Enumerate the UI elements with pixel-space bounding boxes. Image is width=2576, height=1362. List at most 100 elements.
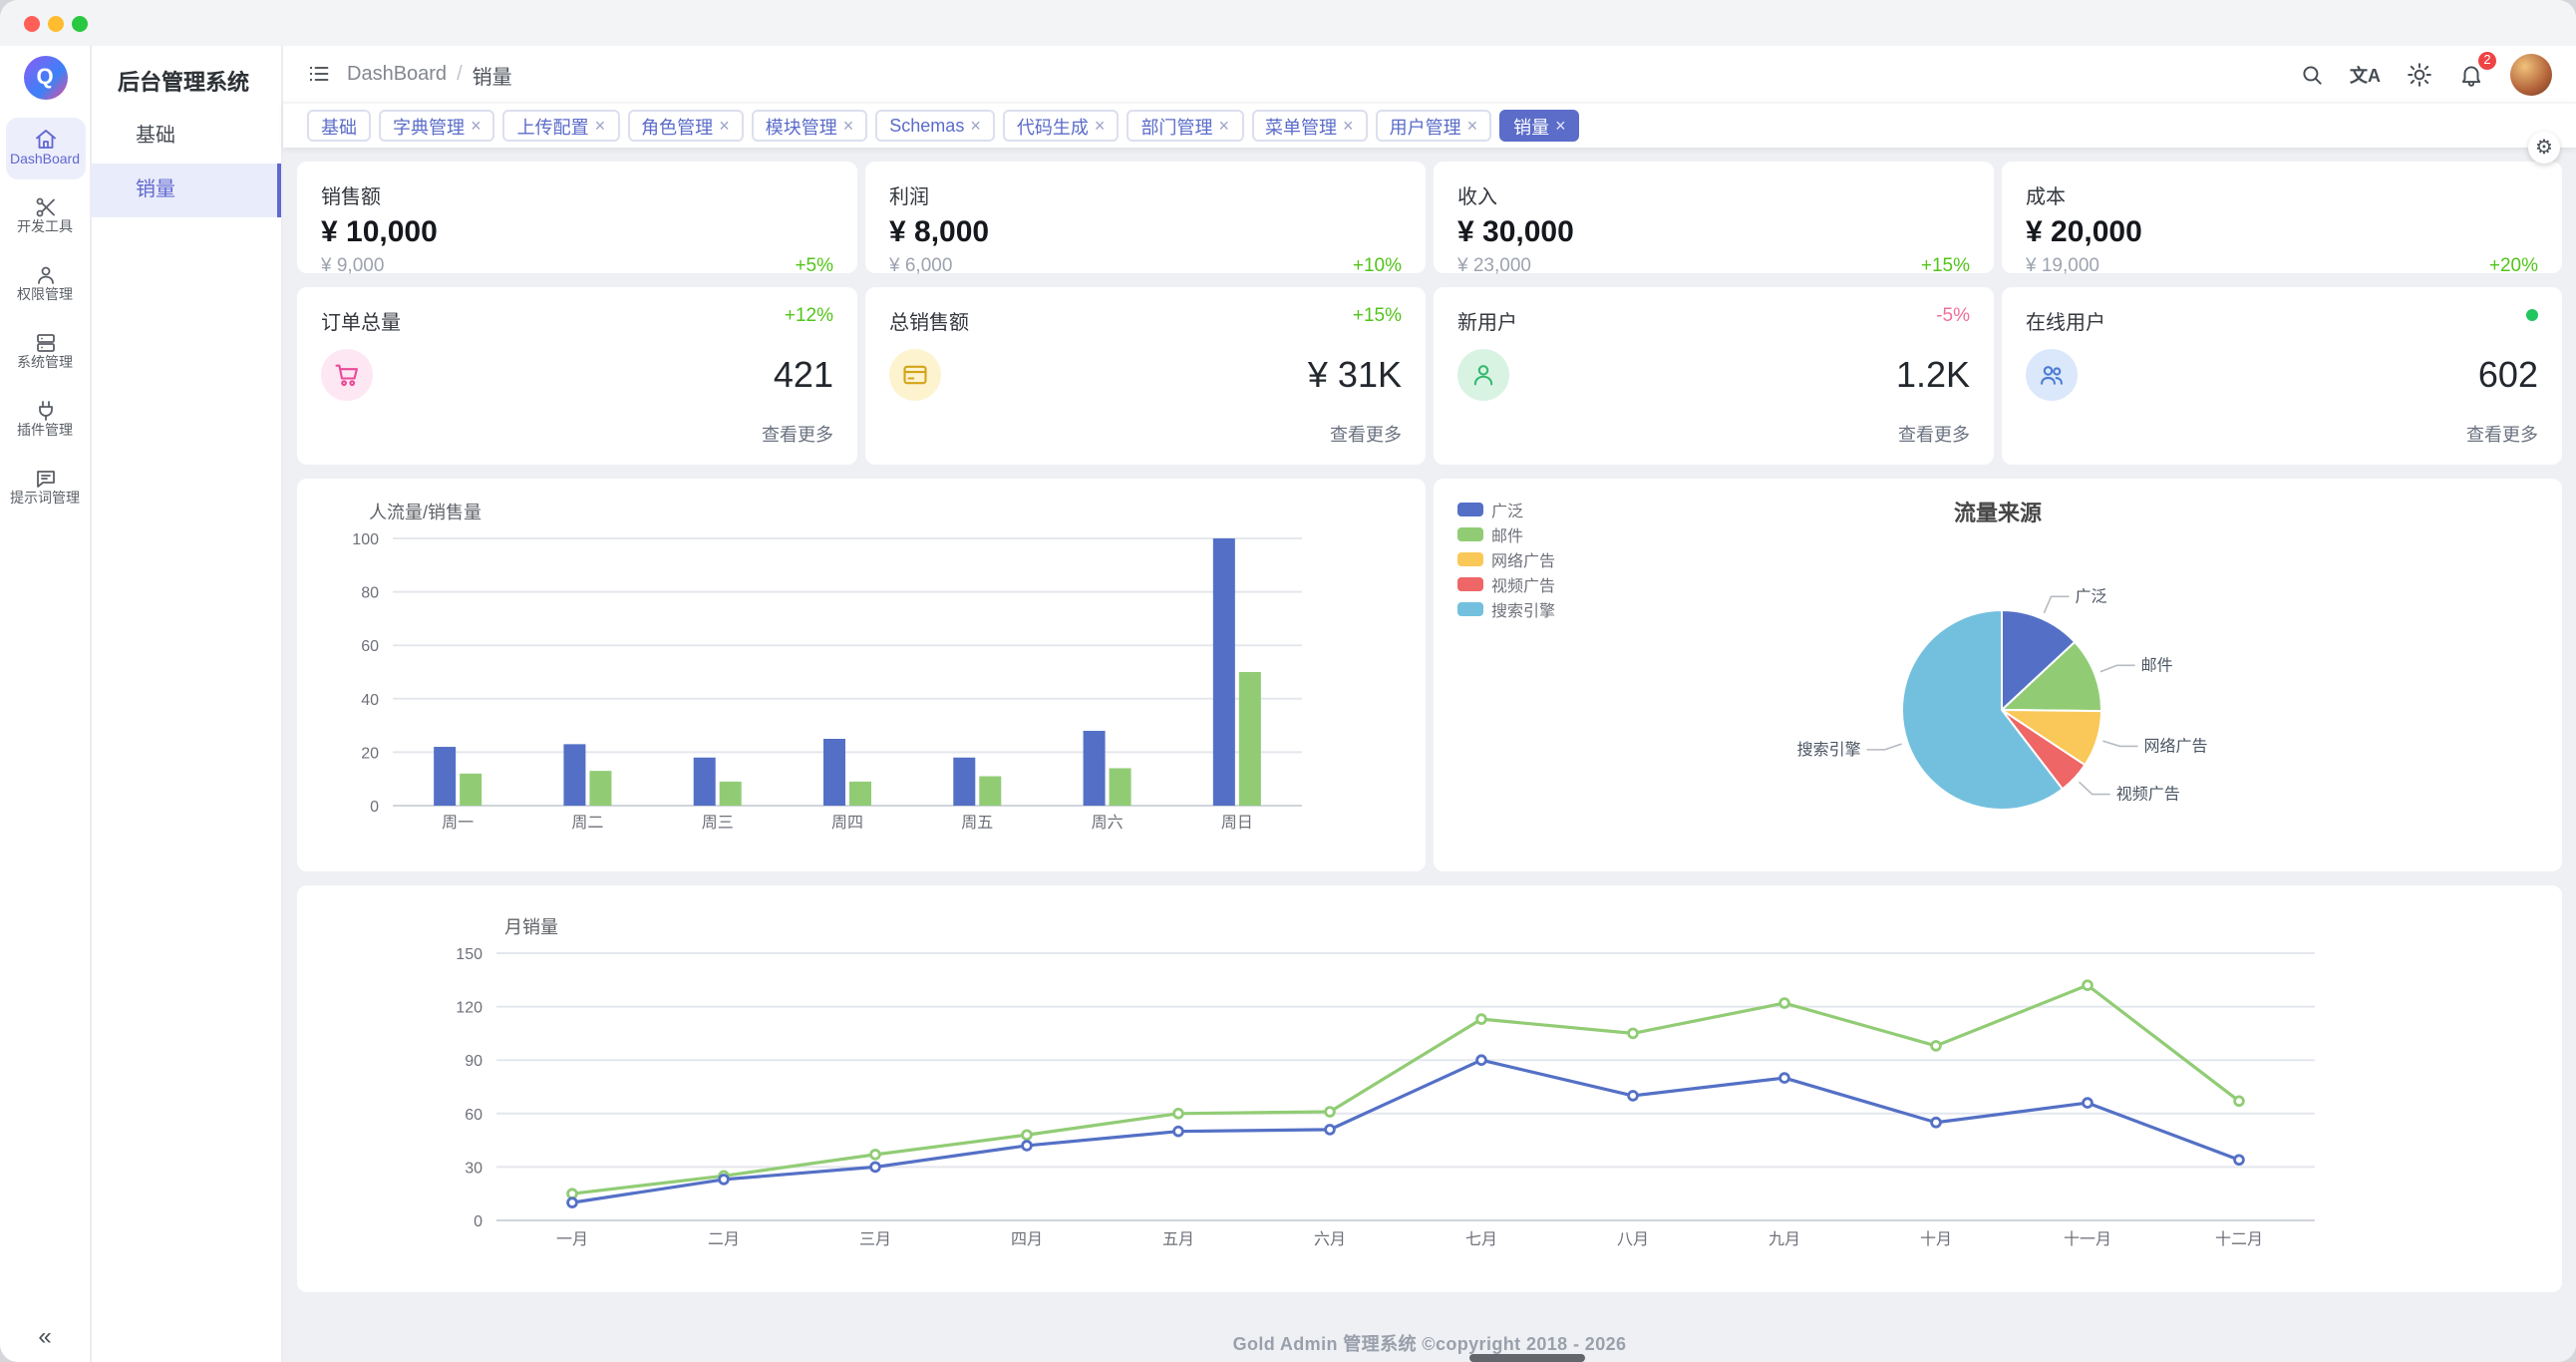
submenu-item-0[interactable]: 基础 (92, 110, 281, 164)
avatar[interactable] (2510, 53, 2552, 95)
tag-close-icon[interactable]: × (1095, 117, 1106, 135)
tag-close-icon[interactable]: × (471, 117, 482, 135)
svg-text:0: 0 (370, 799, 379, 816)
settings-button[interactable]: ⚙ (2528, 132, 2560, 164)
sidebar-item-dashboard[interactable]: DashBoard (5, 118, 85, 179)
user-icon-bubble (1457, 349, 1509, 401)
view-more-link[interactable]: 查看更多 (1457, 421, 1970, 447)
theme-button[interactable] (2407, 61, 2432, 87)
legend-item[interactable]: 广泛 (1457, 503, 1523, 520)
sidebar-item-dev-tools[interactable]: 开发工具 (5, 185, 85, 247)
svg-text:搜索引擎: 搜索引擎 (1797, 741, 1861, 759)
view-more-link[interactable]: 查看更多 (889, 421, 1402, 447)
view-more-link[interactable]: 查看更多 (2026, 421, 2538, 447)
tag-close-icon[interactable]: × (970, 117, 981, 135)
metric-card-value: 602 (2478, 354, 2538, 396)
metric-card: 订单总量+12%421查看更多 (297, 287, 857, 465)
tag-item-8[interactable]: 菜单管理 × (1251, 110, 1368, 142)
tag-label: 部门管理 (1140, 113, 1212, 139)
sidebar-item-system[interactable]: 系统管理 (5, 321, 85, 383)
breadcrumb-item[interactable]: 销量 (473, 59, 512, 89)
tag-item-6[interactable]: 代码生成× (1003, 110, 1120, 142)
tag-item-4[interactable]: 模块管理 × (752, 110, 868, 142)
stat-card: 收入¥ 30,000¥ 23,000+15% (1434, 162, 1994, 273)
svg-text:周五: 周五 (961, 815, 993, 832)
legend-item[interactable]: 搜索引擎 (1457, 602, 1555, 620)
window-minimize-button[interactable] (48, 15, 64, 31)
svg-text:五月: 五月 (1162, 1231, 1194, 1248)
stat-card-delta: +10% (1353, 255, 1402, 277)
tag-item-2[interactable]: 上传配置× (503, 110, 620, 142)
sidebar-item-label: 系统管理 (17, 357, 73, 373)
search-button[interactable] (2298, 61, 2324, 87)
search-icon (2298, 61, 2324, 87)
sidebar-item-permission[interactable]: 权限管理 (5, 253, 85, 315)
dashboard-content: 销售额¥ 10,000¥ 9,000+5%利润¥ 8,000¥ 6,000+10… (283, 148, 2576, 1362)
window-close-button[interactable] (24, 15, 40, 31)
notification-badge: 2 (2478, 51, 2496, 69)
tag-item-9[interactable]: 用户管理× (1376, 110, 1492, 142)
pie-chart-card: 流量来源广泛邮件网络广告视频广告搜索引擎广泛邮件网络广告视频广告搜索引擎 (1434, 479, 2562, 871)
collapse-sidebar-button[interactable]: « (0, 1322, 90, 1350)
tag-close-icon[interactable]: × (1343, 117, 1354, 135)
svg-text:二月: 二月 (708, 1231, 740, 1248)
tag-item-1[interactable]: 字典管理× (379, 110, 495, 142)
metric-card: 在线用户602查看更多 (2002, 287, 2562, 465)
tag-item-10[interactable]: 销量× (1499, 110, 1580, 142)
svg-text:邮件: 邮件 (1491, 527, 1523, 545)
svg-text:80: 80 (361, 585, 379, 602)
window-zoom-button[interactable] (72, 15, 88, 31)
legend-item[interactable]: 视频广告 (1457, 577, 1555, 595)
tag-close-icon[interactable]: × (1555, 117, 1566, 135)
bell-button[interactable]: 2 (2458, 61, 2484, 87)
sidebar-item-plugin[interactable]: 插件管理 (5, 389, 85, 451)
metric-cards-row: 订单总量+12%421查看更多总销售额+15%¥ 31K查看更多新用户-5%1.… (297, 287, 2562, 465)
tag-item-3[interactable]: 角色管理× (627, 110, 744, 142)
menu-toggle-icon[interactable] (307, 62, 331, 86)
theme-icon (2407, 61, 2432, 87)
gear-icon: ⚙ (2535, 137, 2553, 159)
submenu-item-1[interactable]: 销量 (92, 164, 281, 217)
view-more-link[interactable]: 查看更多 (321, 421, 833, 447)
translate-button[interactable]: 文A (2350, 61, 2381, 87)
metric-card-value: 1.2K (1896, 354, 1970, 396)
tag-item-5[interactable]: Schemas× (875, 110, 995, 142)
legend-item[interactable]: 邮件 (1457, 527, 1523, 545)
tag-label: 模块管理 (766, 113, 837, 139)
translate-icon: 文A (2350, 61, 2381, 87)
online-status-dot (2526, 309, 2538, 321)
tag-item-0[interactable]: 基础 (307, 110, 371, 142)
metric-card-delta: +15% (1353, 305, 1402, 327)
breadcrumb: DashBoard/销量 (347, 59, 512, 89)
sidebar-item-prompt[interactable]: 提示词管理 (5, 457, 85, 518)
line-chart-row: 月销量0306090120150一月二月三月四月五月六月七月八月九月十月十一月十… (297, 885, 2562, 1292)
svg-text:视频广告: 视频广告 (1491, 577, 1555, 595)
secondary-nav: 基础销量 (92, 110, 281, 217)
tag-close-icon[interactable]: × (1218, 117, 1229, 135)
dev-tools-icon (33, 195, 57, 219)
legend-item[interactable]: 网络广告 (1457, 551, 1555, 570)
charts-row: 人流量/销售量020406080100周一周二周三周四周五周六周日 流量来源广泛… (297, 479, 2562, 871)
tag-close-icon[interactable]: × (595, 117, 606, 135)
tag-label: 菜单管理 (1265, 113, 1337, 139)
breadcrumb-item[interactable]: DashBoard (347, 63, 447, 85)
svg-text:周三: 周三 (702, 815, 734, 832)
bar-chart-card: 人流量/销售量020406080100周一周二周三周四周五周六周日 (297, 479, 1426, 871)
app-body: Q DashBoard开发工具权限管理系统管理插件管理提示词管理 « 后台管理系… (0, 46, 2576, 1362)
app-logo[interactable]: Q (23, 56, 67, 100)
tag-close-icon[interactable]: × (1467, 117, 1478, 135)
users-icon-bubble (2026, 349, 2078, 401)
svg-text:40: 40 (361, 692, 379, 709)
main-area: DashBoard/销量 文A2 基础字典管理×上传配置×角色管理×模块管理×S… (283, 46, 2576, 1362)
sidebar-item-label: DashBoard (10, 154, 80, 170)
svg-text:60: 60 (465, 1107, 483, 1124)
stat-card-value: ¥ 30,000 (1457, 215, 1970, 249)
tag-close-icon[interactable]: × (719, 117, 730, 135)
svg-text:120: 120 (456, 1000, 483, 1017)
svg-text:十二月: 十二月 (2215, 1230, 2263, 1248)
tag-close-icon[interactable]: × (843, 117, 854, 135)
metric-card-title: 新用户 (1457, 305, 1517, 335)
dashboard-icon (33, 128, 57, 152)
stat-card-previous: ¥ 19,000 (2026, 255, 2099, 277)
tag-item-7[interactable]: 部门管理 × (1127, 110, 1243, 142)
